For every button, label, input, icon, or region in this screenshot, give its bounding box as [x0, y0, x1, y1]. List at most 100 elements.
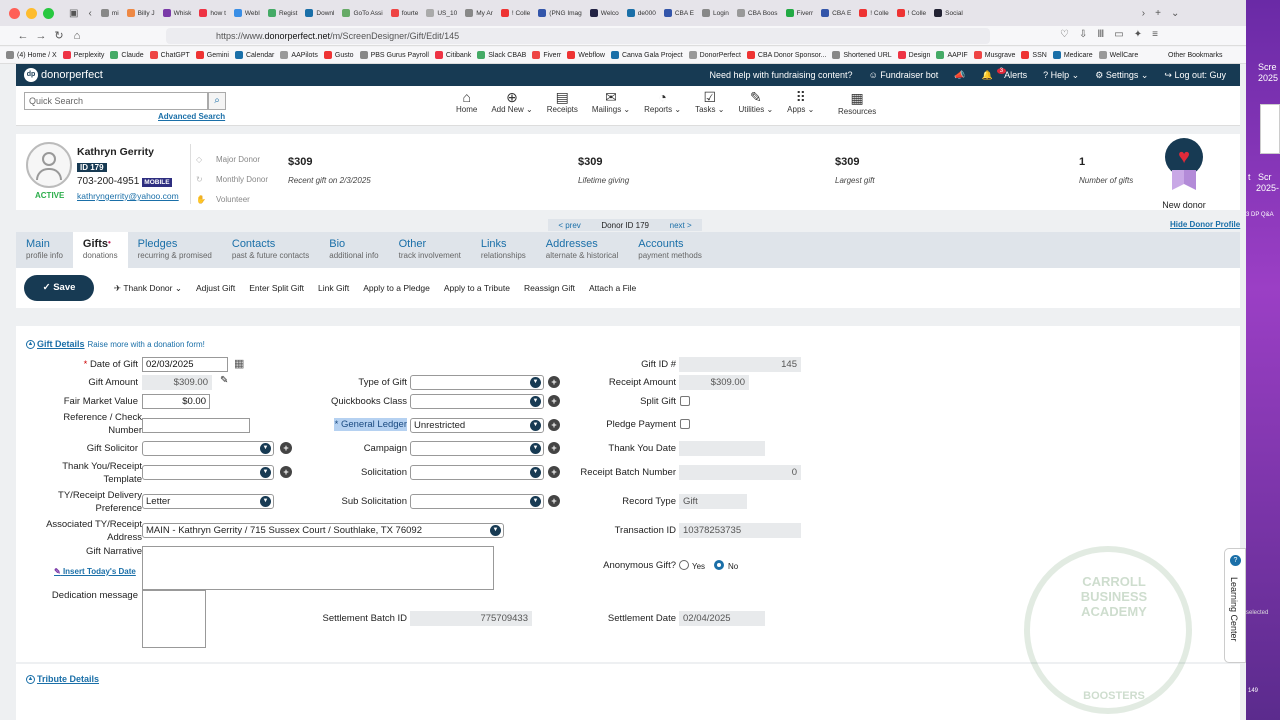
- download-icon[interactable]: ⇩: [1079, 29, 1087, 40]
- browser-tab[interactable]: CBA E: [660, 3, 698, 23]
- bookmark-item[interactable]: Gusto: [323, 51, 354, 59]
- campaign-select[interactable]: ▼: [410, 441, 544, 456]
- bookmark-item[interactable]: DonorPerfect: [688, 51, 741, 59]
- browser-tab[interactable]: CBA E: [817, 3, 855, 23]
- desktop-thumbnail[interactable]: [1260, 104, 1280, 154]
- action-apply-to-a-tribute[interactable]: Apply to a Tribute: [444, 283, 510, 294]
- bookmark-item[interactable]: (4) Home / X: [6, 51, 57, 59]
- action-adjust-gift[interactable]: Adjust Gift: [196, 283, 235, 294]
- tab-list-icon[interactable]: ⌄: [1166, 8, 1184, 19]
- gift-details-header[interactable]: ▲ Gift Details Raise more with a donation …: [26, 339, 205, 349]
- tab-pledges[interactable]: Pledges recurring & promised: [128, 232, 222, 268]
- qb-select[interactable]: ▼: [410, 394, 544, 409]
- nav-add[interactable]: ⊕ Add New ⌄: [491, 90, 532, 115]
- dedication-textarea[interactable]: [142, 590, 206, 648]
- browser-tab[interactable]: Billy J: [123, 3, 159, 23]
- nav-apps[interactable]: ⠿ Apps ⌄: [787, 90, 814, 115]
- ref-input[interactable]: [142, 418, 250, 433]
- assoc-address-select[interactable]: MAIN - Kathryn Gerrity / 715 Sussex Cour…: [142, 523, 504, 538]
- minimize-window-icon[interactable]: [26, 7, 37, 19]
- app-logo[interactable]: dp donorperfect: [24, 68, 103, 82]
- bookmark-item[interactable]: Claude: [110, 51, 144, 59]
- browser-tab[interactable]: Regist: [264, 3, 301, 23]
- back-icon[interactable]: ←: [14, 30, 32, 42]
- new-tab-icon[interactable]: +: [1150, 8, 1166, 19]
- bookmark-item[interactable]: Calendar: [234, 51, 274, 59]
- add-solicitor-icon[interactable]: +: [280, 442, 292, 454]
- tab-overview-icon[interactable]: ▣: [64, 8, 83, 19]
- quick-search-input[interactable]: Quick Search: [24, 92, 208, 110]
- action-reassign-gift[interactable]: Reassign Gift: [524, 283, 575, 294]
- action-link-gift[interactable]: Link Gift: [318, 283, 349, 294]
- add-gl-icon[interactable]: +: [548, 419, 560, 431]
- subsolicitation-select[interactable]: ▼: [410, 494, 544, 509]
- prev-donor-link[interactable]: < prev: [558, 221, 580, 230]
- browser-tab[interactable]: Social: [930, 3, 967, 23]
- donation-form-link[interactable]: Raise more with a donation form!: [88, 340, 205, 349]
- forward-icon[interactable]: →: [32, 30, 50, 42]
- browser-tab[interactable]: My Ar: [461, 3, 497, 23]
- bookmark-item[interactable]: ChatGPT: [149, 51, 190, 59]
- add-type-icon[interactable]: +: [548, 376, 560, 388]
- bookmark-item[interactable]: Musgrave: [973, 51, 1015, 59]
- add-subsolicitation-icon[interactable]: +: [548, 495, 560, 507]
- browser-tab[interactable]: how t: [195, 3, 230, 23]
- action-thank-donor[interactable]: ✈ Thank Donor ⌄: [114, 283, 182, 294]
- other-bookmarks[interactable]: Other Bookmarks: [1168, 52, 1222, 59]
- date-input[interactable]: 02/03/2025: [142, 357, 228, 372]
- learning-center-tab[interactable]: ? Learning Center: [1224, 548, 1246, 663]
- megaphone-icon[interactable]: 📣: [954, 70, 965, 81]
- tab-other[interactable]: Other track involvement: [389, 232, 471, 268]
- anon-yes-radio[interactable]: [679, 560, 689, 570]
- bookmark-item[interactable]: AAPIF: [936, 51, 968, 59]
- browser-tab[interactable]: de000: [623, 3, 660, 23]
- tribute-details-header[interactable]: ▲ Tribute Details: [26, 674, 99, 684]
- action-apply-to-a-pledge[interactable]: Apply to a Pledge: [363, 283, 430, 294]
- hide-profile-link[interactable]: Hide Donor Profile: [1170, 220, 1240, 229]
- address-field[interactable]: https://www.donorperfect.net/m/ScreenDes…: [166, 28, 990, 44]
- ty-template-select[interactable]: ▼: [142, 465, 274, 480]
- browser-tab[interactable]: ! Colle: [497, 3, 534, 23]
- insert-date-link[interactable]: ✎ Insert Today's Date: [54, 567, 136, 576]
- bookmark-item[interactable]: Medicare: [1052, 51, 1093, 59]
- bookmark-item[interactable]: Design: [897, 51, 930, 59]
- browser-tab[interactable]: GoTo Assi: [338, 3, 386, 23]
- tydate-input[interactable]: [679, 441, 765, 456]
- add-template-icon[interactable]: +: [280, 466, 292, 478]
- ty-delivery-select[interactable]: Letter ▼: [142, 494, 274, 509]
- bookmark-item[interactable]: CBA Donor Sponsor...: [746, 51, 826, 59]
- tab-scroll-left-icon[interactable]: ‹: [83, 8, 96, 19]
- pocket-icon[interactable]: ♡: [1060, 29, 1069, 40]
- browser-tab[interactable]: US_10: [422, 3, 461, 23]
- browser-tab[interactable]: mi: [97, 3, 123, 23]
- bookmark-item[interactable]: Fiverr: [532, 51, 561, 59]
- advanced-search-link[interactable]: Advanced Search: [158, 112, 225, 121]
- batch-input[interactable]: 0: [679, 465, 801, 480]
- solicitation-select[interactable]: ▼: [410, 465, 544, 480]
- zoom-window-icon[interactable]: [43, 7, 54, 19]
- save-button[interactable]: ✓ Save: [24, 275, 94, 301]
- browser-tab[interactable]: Welco: [586, 3, 623, 23]
- nav-home[interactable]: ⌂ Home: [456, 90, 477, 115]
- browser-tab[interactable]: Downl: [301, 3, 338, 23]
- action-enter-split-gift[interactable]: Enter Split Gift: [249, 283, 304, 294]
- split-checkbox[interactable]: [680, 396, 690, 406]
- tab-contacts[interactable]: Contacts past & future contacts: [222, 232, 319, 268]
- resources-button[interactable]: ▦ Resources: [838, 90, 876, 116]
- pledge-checkbox[interactable]: [680, 419, 690, 429]
- nav-wrench[interactable]: ✎ Utilities ⌄: [738, 90, 773, 115]
- settlement-date-input[interactable]: 02/04/2025: [679, 611, 765, 626]
- menu-icon[interactable]: ≡: [1152, 29, 1158, 40]
- fmv-input[interactable]: $0.00: [142, 394, 210, 409]
- logout-button[interactable]: ↪ Log out: Guy: [1164, 70, 1226, 81]
- bookmark-item[interactable]: Citibank: [434, 51, 471, 59]
- tab-main[interactable]: Main profile info: [16, 232, 73, 268]
- nav-pie[interactable]: ◔ Reports ⌄: [644, 90, 681, 115]
- tab-scroll-right-icon[interactable]: ›: [1137, 8, 1150, 19]
- settings-button[interactable]: ⚙ Settings ⌄: [1095, 70, 1148, 81]
- reload-icon[interactable]: ↻: [50, 29, 68, 42]
- nav-mail[interactable]: ✉ Mailings ⌄: [592, 90, 630, 115]
- solicitor-select[interactable]: ▼: [142, 441, 274, 456]
- close-window-icon[interactable]: [9, 7, 20, 19]
- browser-tab[interactable]: Fiverr: [782, 3, 818, 23]
